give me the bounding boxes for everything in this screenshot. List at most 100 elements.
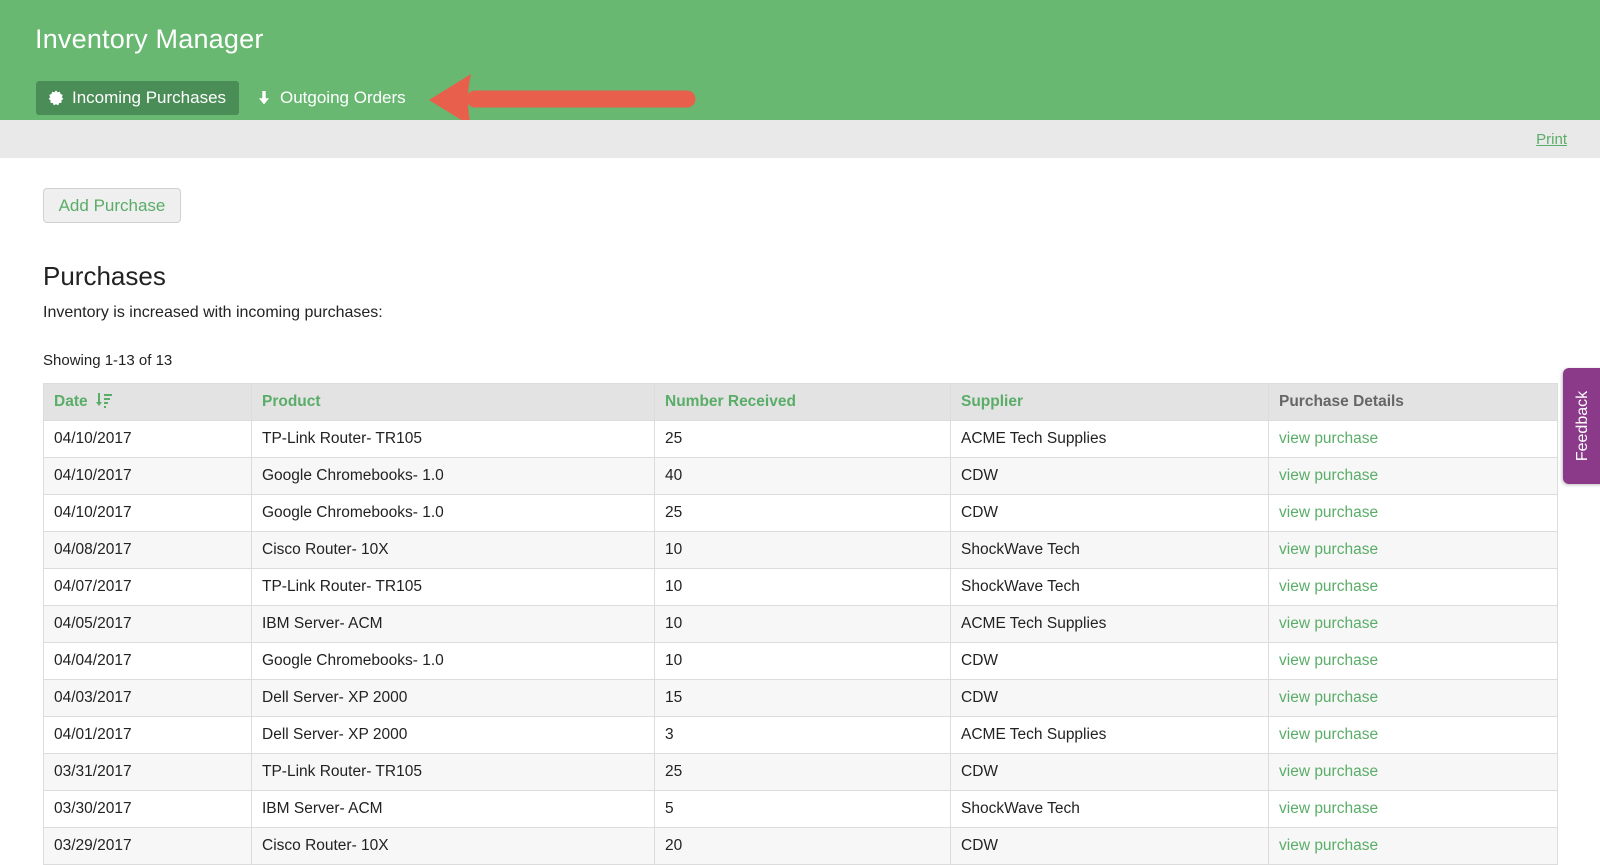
cell-number-received: 25 — [654, 494, 951, 532]
table-row: 04/03/2017 Dell Server- XP 2000 15 CDW view … — [43, 679, 1558, 717]
cell-number-received: 5 — [654, 790, 951, 828]
cell-supplier: CDW — [950, 753, 1269, 791]
cell-product: Dell Server- XP 2000 — [251, 679, 655, 717]
column-header-purchase-details: Purchase Details — [1268, 383, 1558, 421]
cell-date: 04/10/2017 — [43, 494, 252, 532]
section-description: Inventory is increased with incoming pur… — [43, 304, 383, 321]
cell-product: Google Chromebooks- 1.0 — [251, 494, 655, 532]
table-row: 04/07/2017 TP-Link Router- TR105 10 ShockWa… — [43, 568, 1558, 606]
cell-number-received: 10 — [654, 568, 951, 606]
purchases-table: Date Product Number Received Supplier Pu… — [43, 383, 1558, 865]
feedback-label: Feedback — [1574, 390, 1591, 462]
view-purchase-link[interactable]: view purchase — [1279, 504, 1378, 521]
view-purchase-link[interactable]: view purchase — [1279, 541, 1378, 558]
cell-purchase-details: view purchase — [1268, 827, 1558, 865]
cell-purchase-details: view purchase — [1268, 420, 1558, 458]
table-body: 04/10/2017 TP-Link Router- TR105 25 ACME Te… — [43, 420, 1558, 865]
cell-purchase-details: view purchase — [1268, 679, 1558, 717]
cell-date: 04/03/2017 — [43, 679, 252, 717]
tab-outgoing-orders[interactable]: Outgoing Orders — [256, 81, 406, 115]
cell-number-received: 10 — [654, 531, 951, 569]
arrow-down-icon — [256, 90, 272, 106]
add-purchase-button[interactable]: Add Purchase — [43, 188, 181, 223]
table-row: 04/10/2017 Google Chromebooks- 1.0 40 CDW vi… — [43, 457, 1558, 495]
cell-supplier: ACME Tech Supplies — [950, 605, 1269, 643]
tab-outgoing-orders-label: Outgoing Orders — [280, 88, 406, 107]
cell-purchase-details: view purchase — [1268, 457, 1558, 495]
column-header-product[interactable]: Product — [251, 383, 655, 421]
cell-product: Cisco Router- 10X — [251, 827, 655, 865]
cell-product: TP-Link Router- TR105 — [251, 420, 655, 458]
cell-date: 03/30/2017 — [43, 790, 252, 828]
cell-number-received: 15 — [654, 679, 951, 717]
table-row: 04/08/2017 Cisco Router- 10X 10 ShockWave T… — [43, 531, 1558, 569]
table-row: 04/04/2017 Google Chromebooks- 1.0 10 CDW vi… — [43, 642, 1558, 680]
table-row: 04/05/2017 IBM Server- ACM 10 ACME Tech Sup… — [43, 605, 1558, 643]
table-row: 03/30/2017 IBM Server- ACM 5 ShockWave Tech… — [43, 790, 1558, 828]
view-purchase-link[interactable]: view purchase — [1279, 763, 1378, 780]
table-header-row: Date Product Number Received Supplier Pu… — [43, 383, 1558, 421]
tab-incoming-purchases-label: Incoming Purchases — [72, 88, 227, 107]
cell-number-received: 25 — [654, 420, 951, 458]
cell-supplier: ShockWave Tech — [950, 568, 1269, 606]
print-link[interactable]: Print — [1536, 131, 1567, 148]
app-title: Inventory Manager — [35, 24, 264, 54]
cell-supplier: CDW — [950, 642, 1269, 680]
cell-purchase-details: view purchase — [1268, 531, 1558, 569]
column-header-date[interactable]: Date — [43, 383, 252, 421]
table-row: 04/01/2017 Dell Server- XP 2000 3 ACME Tech… — [43, 716, 1558, 754]
cell-number-received: 10 — [654, 605, 951, 643]
cell-date: 04/05/2017 — [43, 605, 252, 643]
table-row: 03/31/2017 TP-Link Router- TR105 25 CDW view… — [43, 753, 1558, 791]
cell-supplier: ShockWave Tech — [950, 531, 1269, 569]
cell-purchase-details: view purchase — [1268, 568, 1558, 606]
view-purchase-link[interactable]: view purchase — [1279, 800, 1378, 817]
toolbar — [0, 120, 1600, 158]
cell-purchase-details: view purchase — [1268, 494, 1558, 532]
cell-date: 04/07/2017 — [43, 568, 252, 606]
cell-number-received: 10 — [654, 642, 951, 680]
cell-number-received: 40 — [654, 457, 951, 495]
cell-purchase-details: view purchase — [1268, 753, 1558, 791]
cell-number-received: 20 — [654, 827, 951, 865]
view-purchase-link[interactable]: view purchase — [1279, 615, 1378, 632]
cell-purchase-details: view purchase — [1268, 642, 1558, 680]
view-purchase-link[interactable]: view purchase — [1279, 430, 1378, 447]
column-header-number-received[interactable]: Number Received — [654, 383, 951, 421]
table-row: 03/29/2017 Cisco Router- 10X 20 CDW view pur… — [43, 827, 1558, 865]
cell-product: Google Chromebooks- 1.0 — [251, 457, 655, 495]
table-row: 04/10/2017 TP-Link Router- TR105 25 ACME Te… — [43, 420, 1558, 458]
badge-icon — [48, 90, 64, 106]
cell-date: 04/08/2017 — [43, 531, 252, 569]
cell-date: 04/01/2017 — [43, 716, 252, 754]
sort-descending-icon[interactable] — [95, 392, 112, 413]
cell-number-received: 25 — [654, 753, 951, 791]
view-purchase-link[interactable]: view purchase — [1279, 578, 1378, 595]
column-header-supplier[interactable]: Supplier — [950, 383, 1269, 421]
results-count: Showing 1-13 of 13 — [43, 352, 173, 369]
feedback-tab[interactable]: Feedback — [1563, 368, 1600, 484]
cell-supplier: ShockWave Tech — [950, 790, 1269, 828]
cell-product: IBM Server- ACM — [251, 605, 655, 643]
view-purchase-link[interactable]: view purchase — [1279, 837, 1378, 854]
view-purchase-link[interactable]: view purchase — [1279, 652, 1378, 669]
cell-product: TP-Link Router- TR105 — [251, 568, 655, 606]
cell-product: Cisco Router- 10X — [251, 531, 655, 569]
cell-purchase-details: view purchase — [1268, 716, 1558, 754]
cell-product: IBM Server- ACM — [251, 790, 655, 828]
view-purchase-link[interactable]: view purchase — [1279, 726, 1378, 743]
cell-purchase-details: view purchase — [1268, 605, 1558, 643]
cell-supplier: ACME Tech Supplies — [950, 716, 1269, 754]
view-purchase-link[interactable]: view purchase — [1279, 467, 1378, 484]
cell-date: 04/04/2017 — [43, 642, 252, 680]
cell-date: 04/10/2017 — [43, 457, 252, 495]
cell-supplier: CDW — [950, 827, 1269, 865]
tab-incoming-purchases[interactable]: Incoming Purchases — [36, 81, 239, 115]
app-header: Inventory Manager Incoming Purchases Out… — [0, 0, 1600, 126]
cell-supplier: ACME Tech Supplies — [950, 420, 1269, 458]
table-row: 04/10/2017 Google Chromebooks- 1.0 25 CDW vi… — [43, 494, 1558, 532]
cell-number-received: 3 — [654, 716, 951, 754]
cell-supplier: CDW — [950, 679, 1269, 717]
cell-product: TP-Link Router- TR105 — [251, 753, 655, 791]
view-purchase-link[interactable]: view purchase — [1279, 689, 1378, 706]
